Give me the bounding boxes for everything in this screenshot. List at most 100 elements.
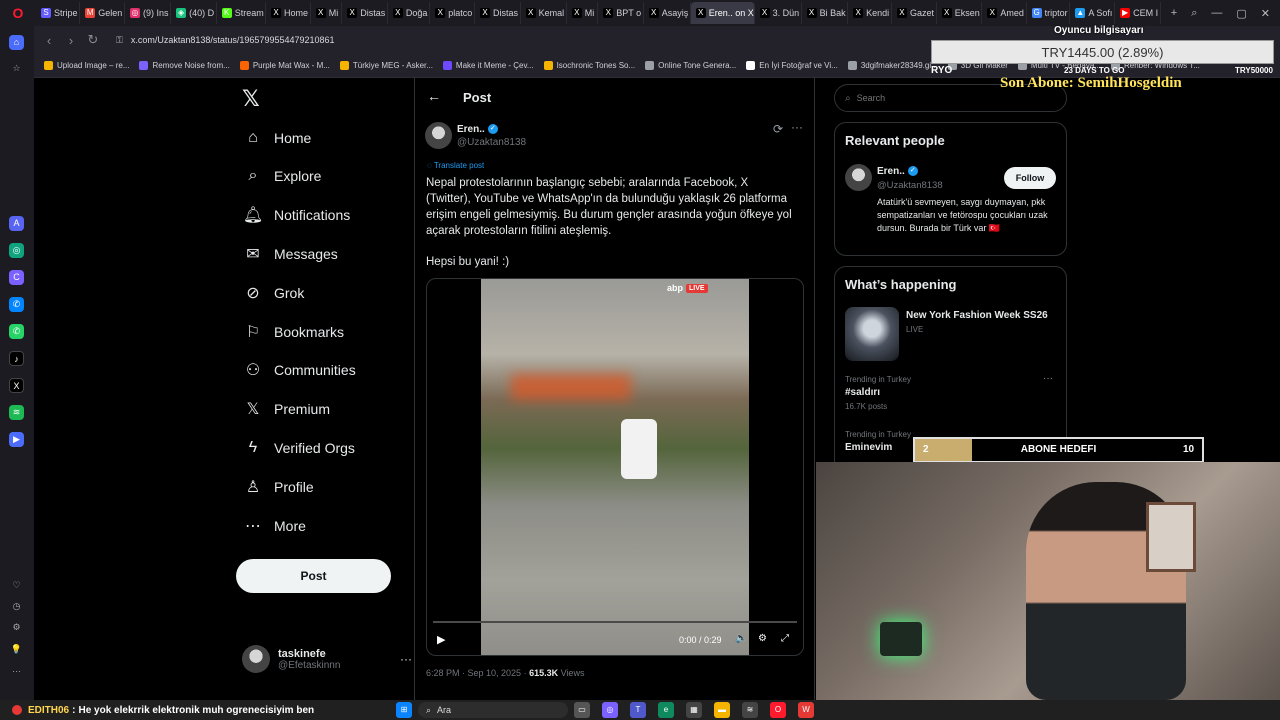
x-app-icon[interactable]: X <box>9 378 24 393</box>
spotify-icon[interactable]: ≋ <box>9 405 24 420</box>
video-progress-bar[interactable] <box>433 621 797 623</box>
bookmark-item[interactable]: Remove Noise from... <box>139 61 230 70</box>
back-icon[interactable]: ‹ <box>38 33 60 48</box>
sidebar-item-premium[interactable]: 𝕏 Premium <box>242 390 330 429</box>
sidebar-item-grok[interactable]: ⊘ Grok <box>242 273 304 312</box>
task-view-icon[interactable]: ▭ <box>574 702 590 718</box>
browser-tab[interactable]: Gtriptor <box>1027 2 1071 24</box>
site-info-icon[interactable]: ⚿ <box>116 35 123 46</box>
file-explorer-icon[interactable]: ▬ <box>714 702 730 718</box>
sound-icon[interactable]: ≋ <box>742 702 758 718</box>
account-more-icon[interactable]: ··· <box>400 652 412 666</box>
teams-icon[interactable]: T <box>630 702 646 718</box>
browser-tab[interactable]: X Kemal <box>521 2 567 24</box>
translate-link[interactable]: ◌ Translate post <box>427 161 484 170</box>
bookmark-item[interactable]: Make it Meme - Çev... <box>442 61 534 70</box>
x-logo-icon[interactable]: 𝕏 <box>242 86 260 112</box>
minimize-icon[interactable]: — <box>1211 7 1222 19</box>
messenger-icon[interactable]: ✆ <box>9 297 24 312</box>
browser-tab[interactable]: X Asayiş <box>644 2 691 24</box>
settings-icon[interactable]: ⚙ <box>9 620 24 635</box>
fullscreen-icon[interactable]: ⤢ <box>781 633 789 644</box>
browser-tab[interactable]: X Amed <box>982 2 1027 24</box>
home-icon[interactable]: ⌂ <box>9 35 24 50</box>
browser-tab[interactable]: ◈ (40) D <box>171 2 217 24</box>
trend-more-icon[interactable]: ··· <box>1043 373 1053 384</box>
browser-tab[interactable]: ▲ A Sofı <box>1070 2 1116 24</box>
tweet-more-icon[interactable]: ··· <box>791 120 803 134</box>
browser-tab[interactable]: K Stream <box>217 2 266 24</box>
browser-tab[interactable]: ◎ (9) Ins <box>125 2 172 24</box>
bookmark-item[interactable]: Isochronic Tones So... <box>543 61 635 70</box>
relevant-name[interactable]: Eren.. ✓ <box>877 166 918 177</box>
relevant-handle[interactable]: @Uzaktan8138 <box>877 180 943 191</box>
store-icon[interactable]: ▦ <box>686 702 702 718</box>
event-thumbnail[interactable] <box>845 307 899 361</box>
event-title[interactable]: New York Fashion Week SS26 <box>906 310 1048 321</box>
bookmark-item[interactable]: 3dgifmaker28349.gi... <box>847 61 938 70</box>
tiktok-icon[interactable]: ♪ <box>9 351 24 366</box>
browser-tab[interactable]: M Gelen <box>80 2 125 24</box>
back-arrow-icon[interactable]: ← <box>427 88 441 104</box>
more-icon[interactable]: ··· <box>9 664 24 679</box>
sidebar-item-profile[interactable]: ♙ Profile <box>242 467 314 506</box>
new-tab-icon[interactable]: + <box>1171 7 1177 19</box>
video-player[interactable]: abp LIVE ▶ 0:00 / 0:29 🔈 ⚙ ⤢ <box>426 278 804 656</box>
sidebar-item-messages[interactable]: ✉ Messages <box>242 234 338 273</box>
browser-tab[interactable]: X Distas <box>475 2 521 24</box>
sidebar-item-explore[interactable]: ⌕ Explore <box>242 157 322 196</box>
follow-button[interactable]: Follow <box>1004 167 1056 189</box>
post-button[interactable]: Post <box>236 559 391 593</box>
browser-tab[interactable]: X Bi Bak <box>802 2 849 24</box>
app-taskbar-icon[interactable]: W <box>798 702 814 718</box>
bookmark-item[interactable]: Online Tone Genera... <box>645 61 736 70</box>
tweet-handle[interactable]: @Uzaktan8138 <box>457 137 526 148</box>
browser-tab[interactable]: X Doğa <box>388 2 431 24</box>
browser-tab[interactable]: X 3. Dün <box>755 2 802 24</box>
browser-tab[interactable]: S Stripe <box>36 2 81 24</box>
search-input[interactable] <box>856 93 1037 103</box>
chatgpt-icon[interactable]: ◎ <box>9 243 24 258</box>
star-icon[interactable]: ☆ <box>9 61 24 76</box>
bookmark-item[interactable]: En İyi Fotoğraf ve Vi... <box>746 61 838 70</box>
bookmark-item[interactable]: Türkiye MEG - Asker... <box>339 61 433 70</box>
sidebar-item-notifications[interactable]: 🔔︎ Notifications <box>242 196 350 235</box>
browser-tab[interactable]: X Kendi <box>848 2 892 24</box>
forward-icon[interactable]: › <box>60 33 82 48</box>
maximize-icon[interactable]: ▢ <box>1236 7 1246 20</box>
account-switcher[interactable]: taskinefe @Efetaskinnn ··· <box>242 640 412 678</box>
player-icon[interactable]: ▶ <box>9 432 24 447</box>
sidebar-item-communities[interactable]: ⚇ Communities <box>242 351 356 390</box>
browser-tab[interactable]: Xplatco <box>430 2 476 24</box>
search-tabs-icon[interactable]: ⌕ <box>1191 7 1197 20</box>
volume-icon[interactable]: 🔈 <box>735 633 747 644</box>
browser-tab[interactable]: X Mi <box>567 2 599 24</box>
browser-tab[interactable]: X Home <box>266 2 311 24</box>
opera-logo-icon[interactable]: O <box>0 0 36 26</box>
sidebar-item-verified-orgs[interactable]: ϟ Verified Orgs <box>242 428 355 467</box>
grok-explain-icon[interactable]: ⟳ <box>773 122 783 136</box>
browser-tab[interactable]: X BPT o <box>598 2 644 24</box>
browser-tab[interactable]: X Gazet <box>892 2 937 24</box>
close-window-icon[interactable]: ✕ <box>1261 7 1270 20</box>
trend-name[interactable]: #saldırı <box>845 387 880 398</box>
opera-taskbar-icon[interactable]: O <box>770 702 786 718</box>
trend-name[interactable]: Eminevim <box>845 442 892 453</box>
history-icon[interactable]: ◷ <box>9 599 24 614</box>
bookmark-item[interactable]: Purple Mat Wax - M... <box>239 61 330 70</box>
sidebar-item-bookmarks[interactable]: ⚐ Bookmarks <box>242 312 344 351</box>
tweet-timestamp[interactable]: 6:28 PM · Sep 10, 2025 · <box>426 668 529 678</box>
browser-tab[interactable]: ▶ CEM I <box>1115 2 1161 24</box>
sidebar-item-home[interactable]: ⌂ Home <box>242 118 311 157</box>
aria-icon[interactable]: A <box>9 216 24 231</box>
taskbar-search[interactable]: ⌕ Ara <box>418 702 568 718</box>
relevant-avatar[interactable] <box>845 164 872 191</box>
video-settings-icon[interactable]: ⚙ <box>758 633 767 644</box>
bookmark-item[interactable]: Upload Image – re... <box>44 61 129 70</box>
tweet-author[interactable]: Eren.. ✓ <box>457 124 498 135</box>
whatsapp-icon[interactable]: ✆ <box>9 324 24 339</box>
tweet-avatar[interactable] <box>425 122 452 149</box>
sidebar-item-more[interactable]: ⋯ More <box>242 506 306 545</box>
url-field[interactable]: ⚿ x.com/Uzaktan8138/status/19657995544792… <box>116 35 335 46</box>
heart-icon[interactable]: ♡ <box>9 578 24 593</box>
